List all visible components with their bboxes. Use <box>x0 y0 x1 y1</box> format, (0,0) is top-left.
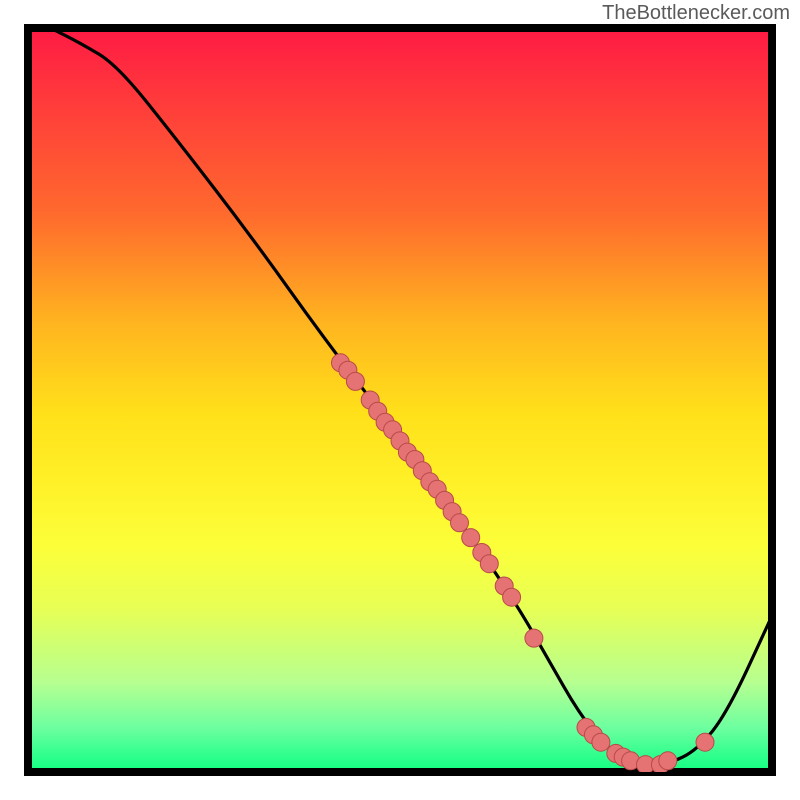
chart-container: TheBottlenecker.com <box>0 0 800 800</box>
plot-frame-left <box>24 24 32 776</box>
plot-frame-right <box>768 24 776 776</box>
plot-background-gradient <box>28 28 772 772</box>
plot-frame-bottom <box>24 768 776 776</box>
attribution-text: TheBottlenecker.com <box>602 2 790 25</box>
plot-frame-top <box>24 24 776 32</box>
